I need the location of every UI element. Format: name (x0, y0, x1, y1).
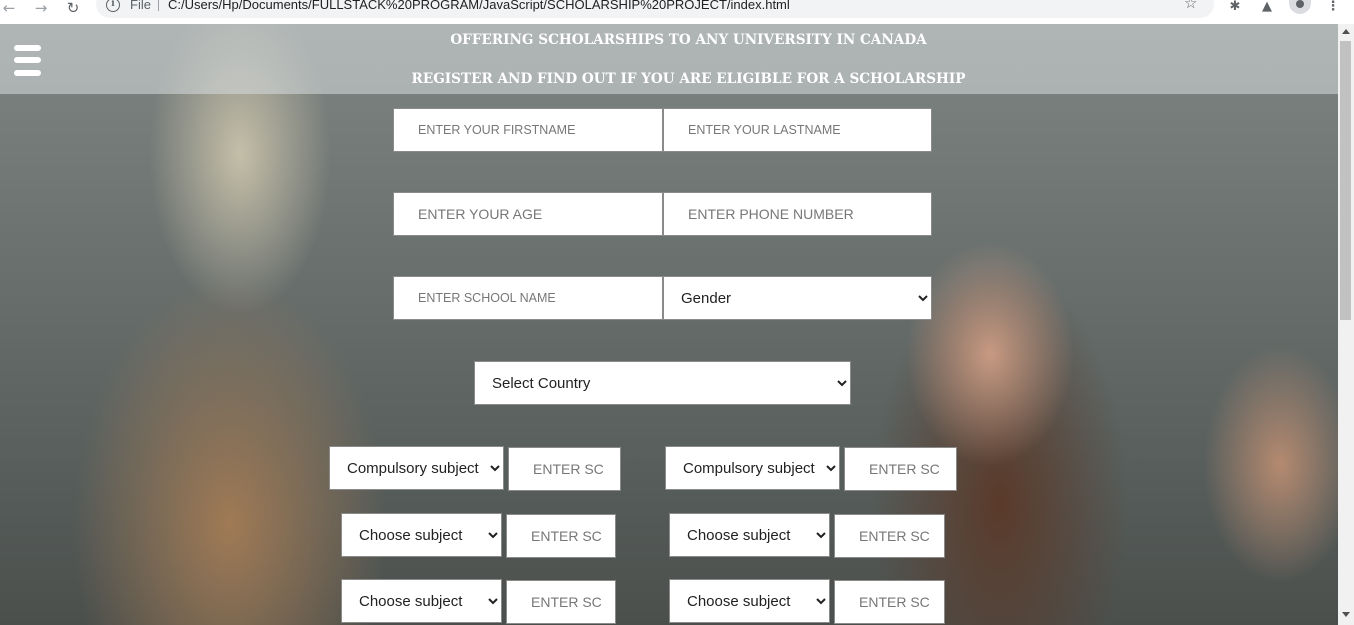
scrollbar-thumb[interactable] (1340, 41, 1351, 320)
score-input-2[interactable] (844, 447, 957, 491)
kebab-menu-icon[interactable]: ⋮ (1324, 0, 1342, 14)
extensions-puzzle-icon[interactable]: ✱ (1226, 0, 1244, 14)
country-select[interactable]: Select Country (474, 361, 851, 405)
compulsory-subject-select-2[interactable]: Compulsory subject (665, 446, 840, 490)
score-input-1[interactable] (508, 447, 621, 491)
bookmark-star-icon[interactable]: ☆ (1184, 0, 1197, 12)
choose-subject-select-3[interactable]: Choose subject (341, 579, 502, 623)
phone-input[interactable] (663, 192, 932, 236)
scroll-down-arrow-icon[interactable] (1342, 612, 1350, 617)
score-input-4[interactable] (834, 514, 945, 558)
choose-subject-select-2[interactable]: Choose subject (669, 513, 830, 557)
url-text[interactable]: C:/Users/Hp/Documents/FULLSTACK%20PROGRA… (168, 0, 790, 13)
address-bar[interactable]: i File C:/Users/Hp/Documents/FULLSTACK%2… (96, 0, 1214, 18)
score-input-5[interactable] (506, 580, 616, 624)
page-subheadline: REGISTER AND FIND OUT IF YOU ARE ELIGIBL… (411, 71, 966, 87)
forward-arrow-icon[interactable]: → (30, 0, 52, 16)
back-arrow-icon[interactable]: ← (0, 0, 20, 16)
header-banner: OFFERING SCHOLARSHIPS TO ANY UNIVERSITY … (0, 24, 1338, 94)
vertical-scrollbar[interactable] (1338, 24, 1354, 625)
url-scheme: File (130, 0, 151, 12)
school-name-input[interactable] (393, 276, 663, 320)
score-input-6[interactable] (834, 580, 945, 624)
firstname-input[interactable] (393, 108, 663, 152)
lastname-input[interactable] (663, 108, 932, 152)
browser-toolbar: ← → ↻ i File C:/Users/Hp/Documents/FULLS… (0, 0, 1354, 24)
choose-subject-select-4[interactable]: Choose subject (669, 579, 830, 623)
age-input[interactable] (393, 192, 663, 236)
choose-subject-select-1[interactable]: Choose subject (341, 513, 502, 557)
gender-select[interactable]: Gender (663, 276, 932, 320)
page-headline: OFFERING SCHOLARSHIPS TO ANY UNIVERSITY … (450, 32, 927, 48)
labs-flask-icon[interactable]: ▲ (1258, 0, 1276, 14)
reload-icon[interactable]: ↻ (62, 0, 84, 16)
profile-avatar-icon[interactable] (1289, 0, 1311, 14)
info-icon[interactable]: i (106, 0, 120, 12)
compulsory-subject-select-1[interactable]: Compulsory subject (329, 446, 504, 490)
url-separator (158, 0, 159, 11)
page-background: OFFERING SCHOLARSHIPS TO ANY UNIVERSITY … (0, 24, 1338, 625)
scroll-up-arrow-icon[interactable] (1342, 29, 1350, 34)
score-input-3[interactable] (506, 514, 616, 558)
